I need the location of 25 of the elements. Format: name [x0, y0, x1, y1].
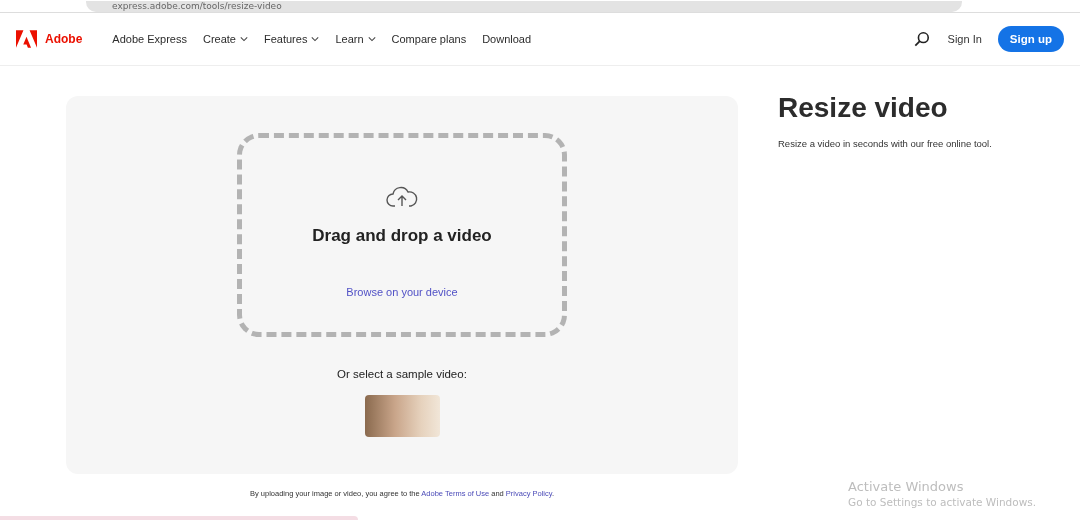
- browse-link[interactable]: Browse on your device: [346, 286, 458, 298]
- nav-link[interactable]: Download: [482, 33, 532, 45]
- nav-link[interactable]: Adobe Express: [112, 33, 187, 45]
- page-title: Resize video: [778, 92, 949, 124]
- activation-title: Activate Windows: [848, 479, 965, 494]
- chevron-down-icon: [311, 36, 320, 42]
- address-bar[interactable]: express.adobe.com/tools/resize-video: [86, 1, 962, 12]
- page-subtitle: Resize a video in seconds with our free online tool.: [778, 138, 993, 149]
- brand-name[interactable]: Adobe: [45, 32, 83, 46]
- nav-link[interactable]: Create: [202, 33, 248, 45]
- cloud-upload-icon: [386, 186, 418, 208]
- chevron-down-icon: [367, 36, 376, 42]
- activation-text: Go to Settings to activate Windows.: [848, 496, 1038, 508]
- nav-link[interactable]: Features: [264, 33, 320, 45]
- sample-label: Or select a sample video:: [337, 368, 467, 380]
- chevron-down-icon: [240, 36, 248, 42]
- nav-link[interactable]: Compare plans: [391, 33, 467, 45]
- sign-up-button[interactable]: Sign up: [997, 26, 1064, 52]
- photo-placeholder[interactable]: [364, 395, 440, 437]
- nav-link[interactable]: Learn: [335, 33, 376, 45]
- search-icon[interactable]: [913, 31, 930, 47]
- sign-in-link[interactable]: Sign In: [947, 33, 982, 45]
- adobe-logo-icon: [16, 30, 37, 48]
- drop-title: Drag and drop a video: [312, 226, 492, 246]
- drop-zone[interactable]: Drag and drop a video Browse on your device: [237, 133, 567, 337]
